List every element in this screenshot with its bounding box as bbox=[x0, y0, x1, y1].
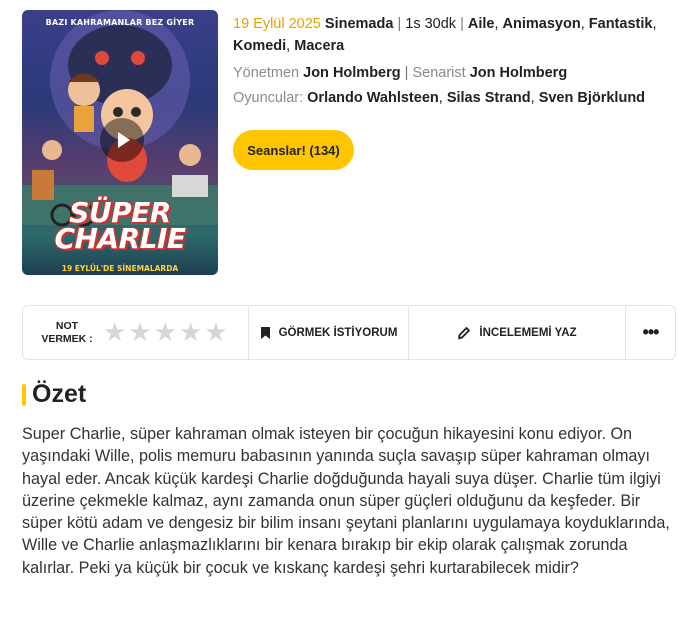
heading-accent-bar bbox=[22, 383, 26, 406]
write-review-button[interactable]: İNCELEMEMİ YAZ bbox=[409, 306, 626, 359]
review-label: İNCELEMEMİ YAZ bbox=[479, 326, 577, 339]
crew-row: Yönetmen Jon Holmberg | Senarist Jon Hol… bbox=[233, 65, 568, 81]
summary-title: Özet bbox=[32, 380, 87, 408]
release-status: Sinemada bbox=[324, 16, 394, 32]
genre-link[interactable]: Macera bbox=[294, 38, 344, 54]
sessions-button[interactable]: Seanslar! (134) bbox=[233, 130, 354, 170]
cast-link[interactable]: Silas Strand bbox=[447, 90, 531, 106]
writer-label: Senarist bbox=[412, 65, 466, 81]
star-rating[interactable]: ★ ★ ★ ★ ★ bbox=[103, 320, 228, 346]
action-bar: NOT VERMEK : ★ ★ ★ ★ ★ GÖRMEK İSTİYORUM … bbox=[22, 305, 676, 360]
director-label: Yönetmen bbox=[233, 65, 300, 81]
cast-link[interactable]: Sven Björklund bbox=[539, 90, 645, 106]
genre-link[interactable]: Komedi bbox=[233, 38, 286, 54]
movie-poster[interactable]: BAZI KAHRAMANLAR BEZ GİYER SÜPER CHARLIE… bbox=[22, 10, 218, 275]
genre-link[interactable]: Fantastik bbox=[589, 16, 653, 32]
star-icon[interactable]: ★ bbox=[103, 320, 126, 346]
more-icon: ••• bbox=[642, 322, 660, 342]
star-icon[interactable]: ★ bbox=[154, 320, 177, 346]
movie-meta: 19 Eylül 2025 Sinemada | 1s 30dk | Aile,… bbox=[233, 16, 657, 54]
bookmark-icon bbox=[260, 326, 270, 339]
cast-label: Oyuncular: bbox=[233, 90, 304, 106]
play-icon bbox=[118, 132, 130, 148]
poster-tagline: BAZI KAHRAMANLAR BEZ GİYER bbox=[45, 18, 195, 27]
director-link[interactable]: Jon Holmberg bbox=[303, 65, 400, 81]
summary-text: Super Charlie, süper kahraman olmak iste… bbox=[22, 425, 670, 577]
more-options-button[interactable]: ••• bbox=[626, 306, 675, 359]
writer-link[interactable]: Jon Holmberg bbox=[470, 65, 567, 81]
watchlist-button[interactable]: GÖRMEK İSTİYORUM bbox=[249, 306, 409, 359]
genre-link[interactable]: Aile bbox=[468, 16, 495, 32]
star-icon[interactable]: ★ bbox=[204, 320, 227, 346]
rate-label: NOT VERMEK : bbox=[41, 319, 93, 345]
rating-block: NOT VERMEK : ★ ★ ★ ★ ★ bbox=[23, 306, 249, 359]
cast-link[interactable]: Orlando Wahlsteen bbox=[307, 90, 439, 106]
genre-link[interactable]: Animasyon bbox=[503, 16, 581, 32]
release-date[interactable]: 19 Eylül 2025 bbox=[233, 16, 321, 32]
play-trailer-button[interactable] bbox=[100, 118, 144, 162]
cast-row: Oyuncular: Orlando Wahlsteen, Silas Stra… bbox=[233, 90, 646, 106]
movie-info: 19 Eylül 2025 Sinemada | 1s 30dk | Aile,… bbox=[233, 13, 673, 112]
poster-title: SÜPER CHARLIE bbox=[54, 196, 186, 255]
star-icon[interactable]: ★ bbox=[128, 320, 151, 346]
star-icon[interactable]: ★ bbox=[179, 320, 202, 346]
pencil-icon bbox=[458, 326, 471, 339]
duration: 1s 30dk bbox=[405, 16, 457, 32]
summary-heading: Özet bbox=[22, 380, 86, 409]
watchlist-label: GÖRMEK İSTİYORUM bbox=[278, 326, 398, 339]
poster-release-banner: 19 EYLÜL'DE SİNEMALARDA bbox=[61, 264, 179, 273]
